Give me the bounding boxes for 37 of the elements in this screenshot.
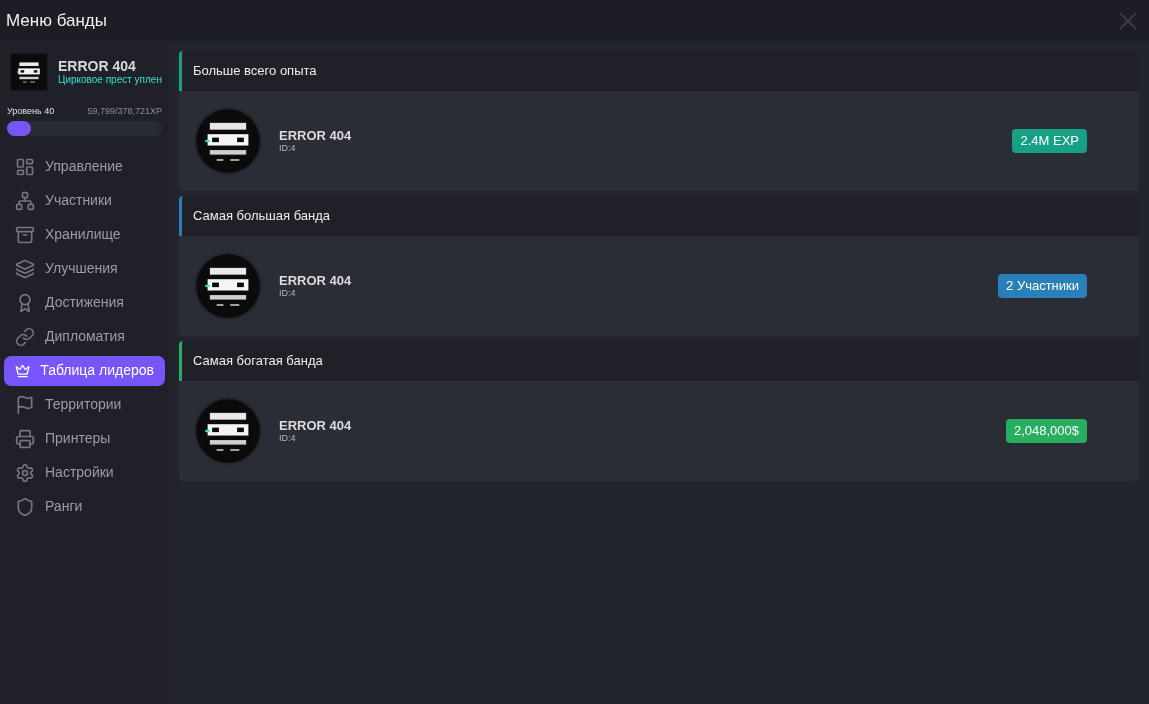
window-title: Меню банды	[6, 9, 107, 32]
sidebar-item[interactable]: Достижения	[4, 287, 165, 318]
printer-icon	[15, 428, 35, 449]
sidebar-item[interactable]: Ранги	[4, 491, 165, 522]
sidebar-item[interactable]: Участники	[4, 185, 165, 216]
sidebar-item[interactable]: Таблица лидеров	[4, 355, 165, 386]
shield-icon	[15, 496, 35, 517]
gang-name: ERROR 404	[279, 274, 352, 288]
gang-name: ERROR 404	[58, 58, 137, 74]
gang-name: ERROR 404	[279, 419, 352, 433]
gang-id: ID:4	[279, 143, 297, 153]
sidebar-item[interactable]: Хранилище	[4, 219, 165, 250]
sidebar-item[interactable]: Территории	[4, 389, 165, 420]
layers-icon	[15, 258, 35, 279]
gang-name: ERROR 404	[279, 129, 352, 143]
stat-badge: 2 Участники	[998, 274, 1087, 298]
sidebar-item[interactable]: Управление	[4, 151, 165, 182]
xp-reading: 59,799/378,721XP	[87, 105, 162, 118]
sidebar-item[interactable]: Настройки	[4, 457, 165, 488]
level-label: Уровень 40	[7, 105, 55, 118]
chain-icon	[15, 326, 35, 347]
flag-icon	[15, 394, 35, 415]
sidebar-item[interactable]: Дипломатия	[4, 321, 165, 352]
stat-badge: 2,048,000$	[1005, 419, 1087, 443]
settings-icon	[15, 462, 35, 483]
crate-icon	[15, 224, 35, 245]
gang-motto: Цирковое прест уплен	[58, 74, 162, 86]
section-title: Больше всего опыта	[193, 62, 317, 81]
section-title: Самая большая банда	[193, 207, 330, 226]
gang-id: ID:4	[279, 288, 297, 298]
section-title: Самая богатая банда	[193, 352, 323, 371]
hierarchy-icon	[15, 190, 35, 211]
gang-id: ID:4	[279, 433, 297, 443]
dashboard-icon	[15, 156, 35, 177]
sidebar-item[interactable]: Улучшения	[4, 253, 165, 284]
sidebar-item[interactable]: Принтеры	[4, 423, 165, 454]
stat-badge: 2.4M EXP	[1012, 129, 1087, 153]
